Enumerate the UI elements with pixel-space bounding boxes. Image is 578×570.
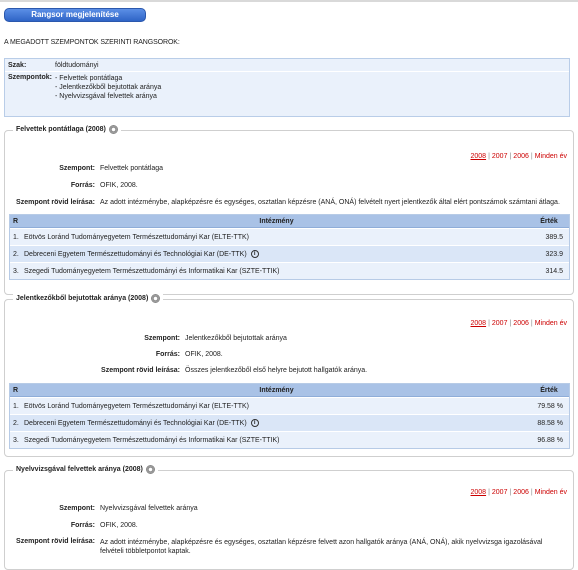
year-link-all[interactable]: Minden év	[535, 489, 567, 496]
rovid-leiras-field: Szempont rövid leírása: Összes jelentkező…	[101, 367, 368, 374]
settings-icon[interactable]	[151, 294, 161, 303]
rovid-leiras-field: Szempont rövid leírása: Az adott intézmén…	[16, 199, 560, 206]
rovid-leiras-field: Szempont rövid leírása: Az adott intézmén…	[16, 538, 543, 555]
ranking-table: R Intézmény Érték 1. Eötvös Loránd Tudomány…	[9, 214, 570, 280]
year-link-all[interactable]: Minden év	[535, 320, 567, 327]
section-title: Jelentkezőkből bejutottak aránya (2008)	[13, 294, 164, 303]
szempont-field: Szempont: Felvettek pontátlaga	[59, 165, 164, 172]
table-row: 3. Szegedi Tudományegyetem Természettudom…	[10, 431, 569, 448]
section-pontatlag: Felvettek pontátlaga (2008) 2008 | 2007 | 20…	[4, 125, 574, 295]
szak-row: Szak: földtudományi	[5, 59, 569, 71]
year-links: 2008 | 2007 | 2006 | Minden év	[470, 320, 567, 327]
year-link-2008[interactable]: 2008	[470, 489, 486, 496]
szempont-item: - Felvettek pontátlaga	[55, 75, 123, 82]
section-bejutottak: Jelentkezőkből bejutottak aránya (2008) …	[4, 294, 574, 457]
table-row: 1. Eötvös Loránd Tudományegyetem Természe…	[10, 228, 569, 245]
table-body: 1. Eötvös Loránd Tudományegyetem Természe…	[10, 228, 569, 279]
table-body: 1. Eötvös Loránd Tudományegyetem Természe…	[10, 397, 569, 448]
section-title: Nyelvvizsgával felvettek aránya (2008)	[13, 465, 158, 474]
table-row: 3. Szegedi Tudományegyetem Természettudom…	[10, 262, 569, 279]
forras-field: Forrás: OFIK, 2008.	[70, 522, 138, 529]
forras-field: Forrás: OFIK, 2008.	[155, 351, 223, 358]
year-link-2007[interactable]: 2007	[492, 153, 508, 160]
year-link-2006[interactable]: 2006	[513, 153, 529, 160]
table-row: 1. Eötvös Loránd Tudományegyetem Természe…	[10, 397, 569, 414]
ranking-table: R Intézmény Érték 1. Eötvös Loránd Tudomány…	[9, 383, 570, 449]
year-link-2007[interactable]: 2007	[492, 489, 508, 496]
table-header: R Intézmény Érték	[10, 384, 569, 397]
info-icon[interactable]: i	[250, 250, 259, 258]
year-link-2008[interactable]: 2008	[470, 320, 486, 327]
year-link-2006[interactable]: 2006	[513, 489, 529, 496]
szak-label: Szak:	[8, 61, 27, 69]
szak-value: földtudományi	[55, 61, 99, 69]
szempont-item: - Nyelvvizsgával felvettek aránya	[55, 93, 157, 100]
year-links: 2008 | 2007 | 2006 | Minden év	[470, 489, 567, 496]
top-divider	[0, 0, 578, 2]
szempontok-label: Szempontok:	[8, 74, 52, 81]
year-link-2008[interactable]: 2008	[470, 153, 486, 160]
intro-text: A MEGADOTT SZEMPONTOK SZERINTI RANGSOROK…	[4, 39, 180, 46]
settings-icon[interactable]	[108, 125, 118, 134]
szempontok-list: - Felvettek pontátlaga - Jelentkezőkből …	[55, 74, 569, 101]
table-header: R Intézmény Érték	[10, 215, 569, 228]
table-row: 2. Debreceni Egyetem Természettudományi é…	[10, 245, 569, 262]
szempont-field: Szempont: Jelentkezőkből bejutottak arány…	[144, 335, 287, 342]
year-link-all[interactable]: Minden év	[535, 153, 567, 160]
table-row: 2. Debreceni Egyetem Természettudományi é…	[10, 414, 569, 431]
year-links: 2008 | 2007 | 2006 | Minden év	[470, 153, 567, 160]
year-link-2007[interactable]: 2007	[492, 320, 508, 327]
year-link-2006[interactable]: 2006	[513, 320, 529, 327]
section-title: Felvettek pontátlaga (2008)	[13, 125, 121, 134]
show-ranking-button[interactable]: Rangsor megjelenítése	[4, 8, 146, 22]
info-icon[interactable]: i	[250, 419, 259, 427]
criteria-box: Szak: földtudományi Szempontok: - Felvet…	[4, 58, 570, 117]
szempontok-row: Szempontok: - Felvettek pontátlaga - Jel…	[5, 71, 569, 101]
section-nyelvvizsga: Nyelvvizsgával felvettek aránya (2008) 2…	[4, 465, 574, 570]
settings-icon[interactable]	[145, 465, 155, 474]
szempont-item: - Jelentkezőkből bejutottak aránya	[55, 84, 162, 91]
szempont-field: Szempont: Nyelvvizsgával felvettek aránya	[59, 505, 198, 512]
forras-field: Forrás: OFIK, 2008.	[70, 182, 138, 189]
